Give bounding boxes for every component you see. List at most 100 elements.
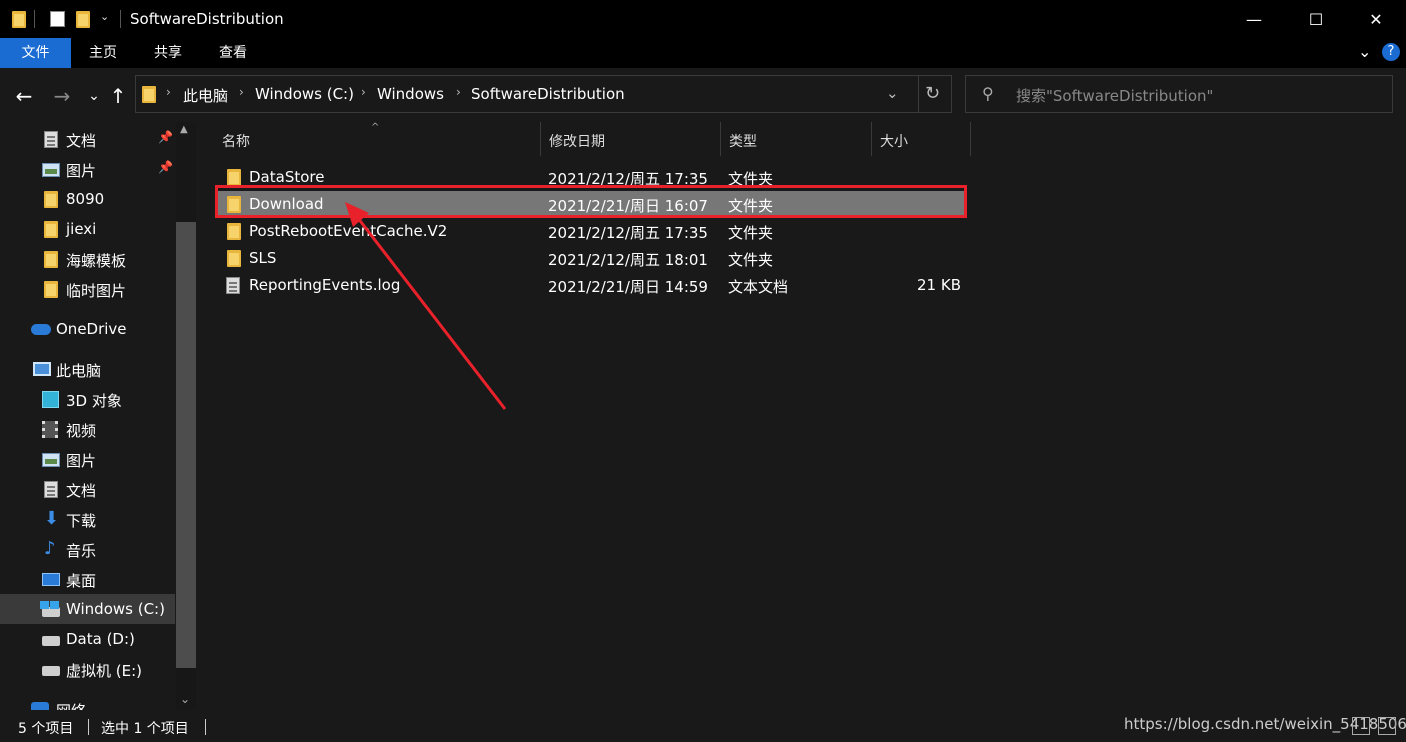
new-folder-icon[interactable] xyxy=(76,11,90,28)
column-label: 类型 xyxy=(729,134,757,150)
file-type: 文本文档 xyxy=(728,278,789,296)
sidebar-item-documents[interactable]: 文档 xyxy=(0,474,175,504)
windows-logo-icon xyxy=(40,601,49,609)
up-button[interactable]: ↑ xyxy=(104,82,132,110)
sidebar-item-jiexi[interactable]: jiexi xyxy=(0,214,175,244)
title-bar: ⌄ SoftwareDistribution — ☐ ✕ xyxy=(0,0,1406,38)
sidebar-item-documents-quick[interactable]: 文档 📌 xyxy=(0,124,175,154)
folder-icon xyxy=(44,251,58,268)
divider xyxy=(205,719,206,735)
sidebar-item-label: Windows (C:) xyxy=(66,600,165,618)
music-icon: ♪ xyxy=(44,538,56,559)
column-header-size[interactable]: 大小 xyxy=(872,122,971,156)
breadcrumb-softwaredistribution[interactable]: SoftwareDistribution xyxy=(471,85,625,103)
chevron-right-icon[interactable]: › xyxy=(166,85,171,99)
sidebar-item-windows-c[interactable]: Windows (C:) xyxy=(0,594,175,624)
column-label: 修改日期 xyxy=(549,134,605,150)
sidebar-item-label: 视频 xyxy=(66,422,97,440)
status-bar: 5 个项目 选中 1 个项目 https://blog.csdn.net/wei… xyxy=(0,710,1406,742)
divider xyxy=(34,10,35,28)
sidebar-item-label: 图片 xyxy=(66,452,97,470)
column-label: 大小 xyxy=(880,134,908,150)
address-dropdown-icon[interactable]: ⌄ xyxy=(886,84,899,102)
chevron-right-icon[interactable]: › xyxy=(456,85,461,99)
breadcrumb-this-pc[interactable]: 此电脑 xyxy=(183,85,228,106)
customize-quick-access-icon[interactable]: ⌄ xyxy=(100,10,109,23)
sidebar-item-temp-pictures[interactable]: 临时图片 xyxy=(0,274,175,304)
sidebar-item-8090[interactable]: 8090 xyxy=(0,184,175,214)
window-title: SoftwareDistribution xyxy=(130,10,284,28)
tab-file[interactable]: 文件 xyxy=(0,38,71,68)
file-row-sls[interactable]: SLS 2021/2/12/周五 18:01 文件夹 xyxy=(217,245,965,272)
file-list: 名称 ^ 修改日期 类型 大小 DataStore 2021/2/12/周五 1… xyxy=(197,122,1406,710)
refresh-icon[interactable]: ↻ xyxy=(925,83,940,104)
close-button[interactable]: ✕ xyxy=(1352,0,1400,38)
sidebar-item-desktop[interactable]: 桌面 xyxy=(0,564,175,594)
folder-icon xyxy=(44,281,58,298)
column-header-type[interactable]: 类型 xyxy=(721,122,872,156)
file-type: 文件夹 xyxy=(728,224,774,242)
sidebar-item-videos[interactable]: 视频 xyxy=(0,414,175,444)
sort-ascending-icon: ^ xyxy=(371,122,380,133)
file-modified: 2021/2/12/周五 18:01 xyxy=(548,251,708,269)
sidebar-item-label: 此电脑 xyxy=(56,362,102,380)
divider xyxy=(88,719,89,735)
video-icon xyxy=(42,421,58,438)
folder-icon xyxy=(142,86,156,103)
forward-button[interactable]: → xyxy=(48,82,76,110)
help-icon[interactable]: ? xyxy=(1382,43,1400,61)
sidebar-item-3d-objects[interactable]: 3D 对象 xyxy=(0,384,175,414)
chevron-right-icon[interactable]: › xyxy=(361,85,366,99)
breadcrumb-windows[interactable]: Windows xyxy=(377,85,444,103)
sidebar-item-this-pc[interactable]: 此电脑 xyxy=(0,354,175,384)
navigation-pane: 文档 📌 图片 📌 8090 jiexi 海螺模板 临时图片 OneDrive … xyxy=(0,122,197,710)
download-icon: ⬇ xyxy=(44,508,60,529)
file-row-reportingevents[interactable]: ReportingEvents.log 2021/2/21/周日 14:59 文… xyxy=(217,272,965,299)
highlight-annotation-box xyxy=(215,185,967,218)
minimize-button[interactable]: — xyxy=(1230,0,1278,38)
sidebar-item-network[interactable]: 网络 xyxy=(0,694,175,710)
breadcrumb-windows-c[interactable]: Windows (C:) xyxy=(255,85,354,103)
sidebar-item-onedrive[interactable]: OneDrive xyxy=(0,314,175,344)
tab-home[interactable]: 主页 xyxy=(78,38,128,68)
sidebar-item-label: 虚拟机 (E:) xyxy=(66,662,143,680)
drive-icon xyxy=(42,636,60,646)
column-header-modified[interactable]: 修改日期 xyxy=(541,122,721,156)
scroll-down-icon[interactable]: ⌄ xyxy=(180,692,190,706)
annotation-arrow xyxy=(345,202,507,410)
scroll-thumb[interactable] xyxy=(176,222,196,668)
sidebar-item-data-d[interactable]: Data (D:) xyxy=(0,624,175,654)
file-size: 21 KB xyxy=(917,276,961,294)
selection-count: 选中 1 个项目 xyxy=(101,721,189,737)
column-label: 名称 xyxy=(222,134,250,150)
search-box[interactable]: ⚲ 搜索"SoftwareDistribution" xyxy=(965,75,1393,113)
tab-view[interactable]: 查看 xyxy=(208,38,258,68)
text-file-icon xyxy=(226,277,240,294)
expand-ribbon-icon[interactable]: ⌄ xyxy=(1358,42,1371,61)
back-button[interactable]: ← xyxy=(10,82,38,110)
sidebar-item-downloads[interactable]: ⬇ 下载 xyxy=(0,504,175,534)
chevron-right-icon[interactable]: › xyxy=(239,85,244,99)
sidebar-item-label: 下载 xyxy=(66,512,97,530)
details-view-button[interactable] xyxy=(1352,717,1370,735)
properties-icon[interactable] xyxy=(50,11,65,27)
large-icons-view-button[interactable] xyxy=(1378,717,1396,735)
tab-share[interactable]: 共享 xyxy=(143,38,193,68)
sidebar-item-conch-templates[interactable]: 海螺模板 xyxy=(0,244,175,274)
address-bar[interactable]: › 此电脑 › Windows (C:) › Windows › Softwar… xyxy=(135,75,952,113)
drive-icon xyxy=(42,666,60,676)
maximize-button[interactable]: ☐ xyxy=(1292,0,1340,38)
sidebar-item-label: Data (D:) xyxy=(66,630,135,648)
sidebar-item-music[interactable]: ♪ 音乐 xyxy=(0,534,175,564)
sidebar-item-pictures[interactable]: 图片 xyxy=(0,444,175,474)
sidebar-item-vm-e[interactable]: 虚拟机 (E:) xyxy=(0,654,175,684)
sidebar-item-pictures-quick[interactable]: 图片 📌 xyxy=(0,154,175,184)
scroll-up-icon[interactable]: ▲ xyxy=(180,124,188,135)
sidebar-item-label: 临时图片 xyxy=(66,282,127,300)
computer-icon xyxy=(33,362,51,376)
column-header-name[interactable]: 名称 ^ xyxy=(214,122,541,156)
sidebar-scrollbar[interactable]: ▲ ⌄ xyxy=(176,122,196,710)
sidebar-item-label: 音乐 xyxy=(66,542,97,560)
file-row-postrebooteventcache[interactable]: PostRebootEventCache.V2 2021/2/12/周五 17:… xyxy=(217,218,965,245)
sidebar-item-label: 海螺模板 xyxy=(66,252,127,270)
